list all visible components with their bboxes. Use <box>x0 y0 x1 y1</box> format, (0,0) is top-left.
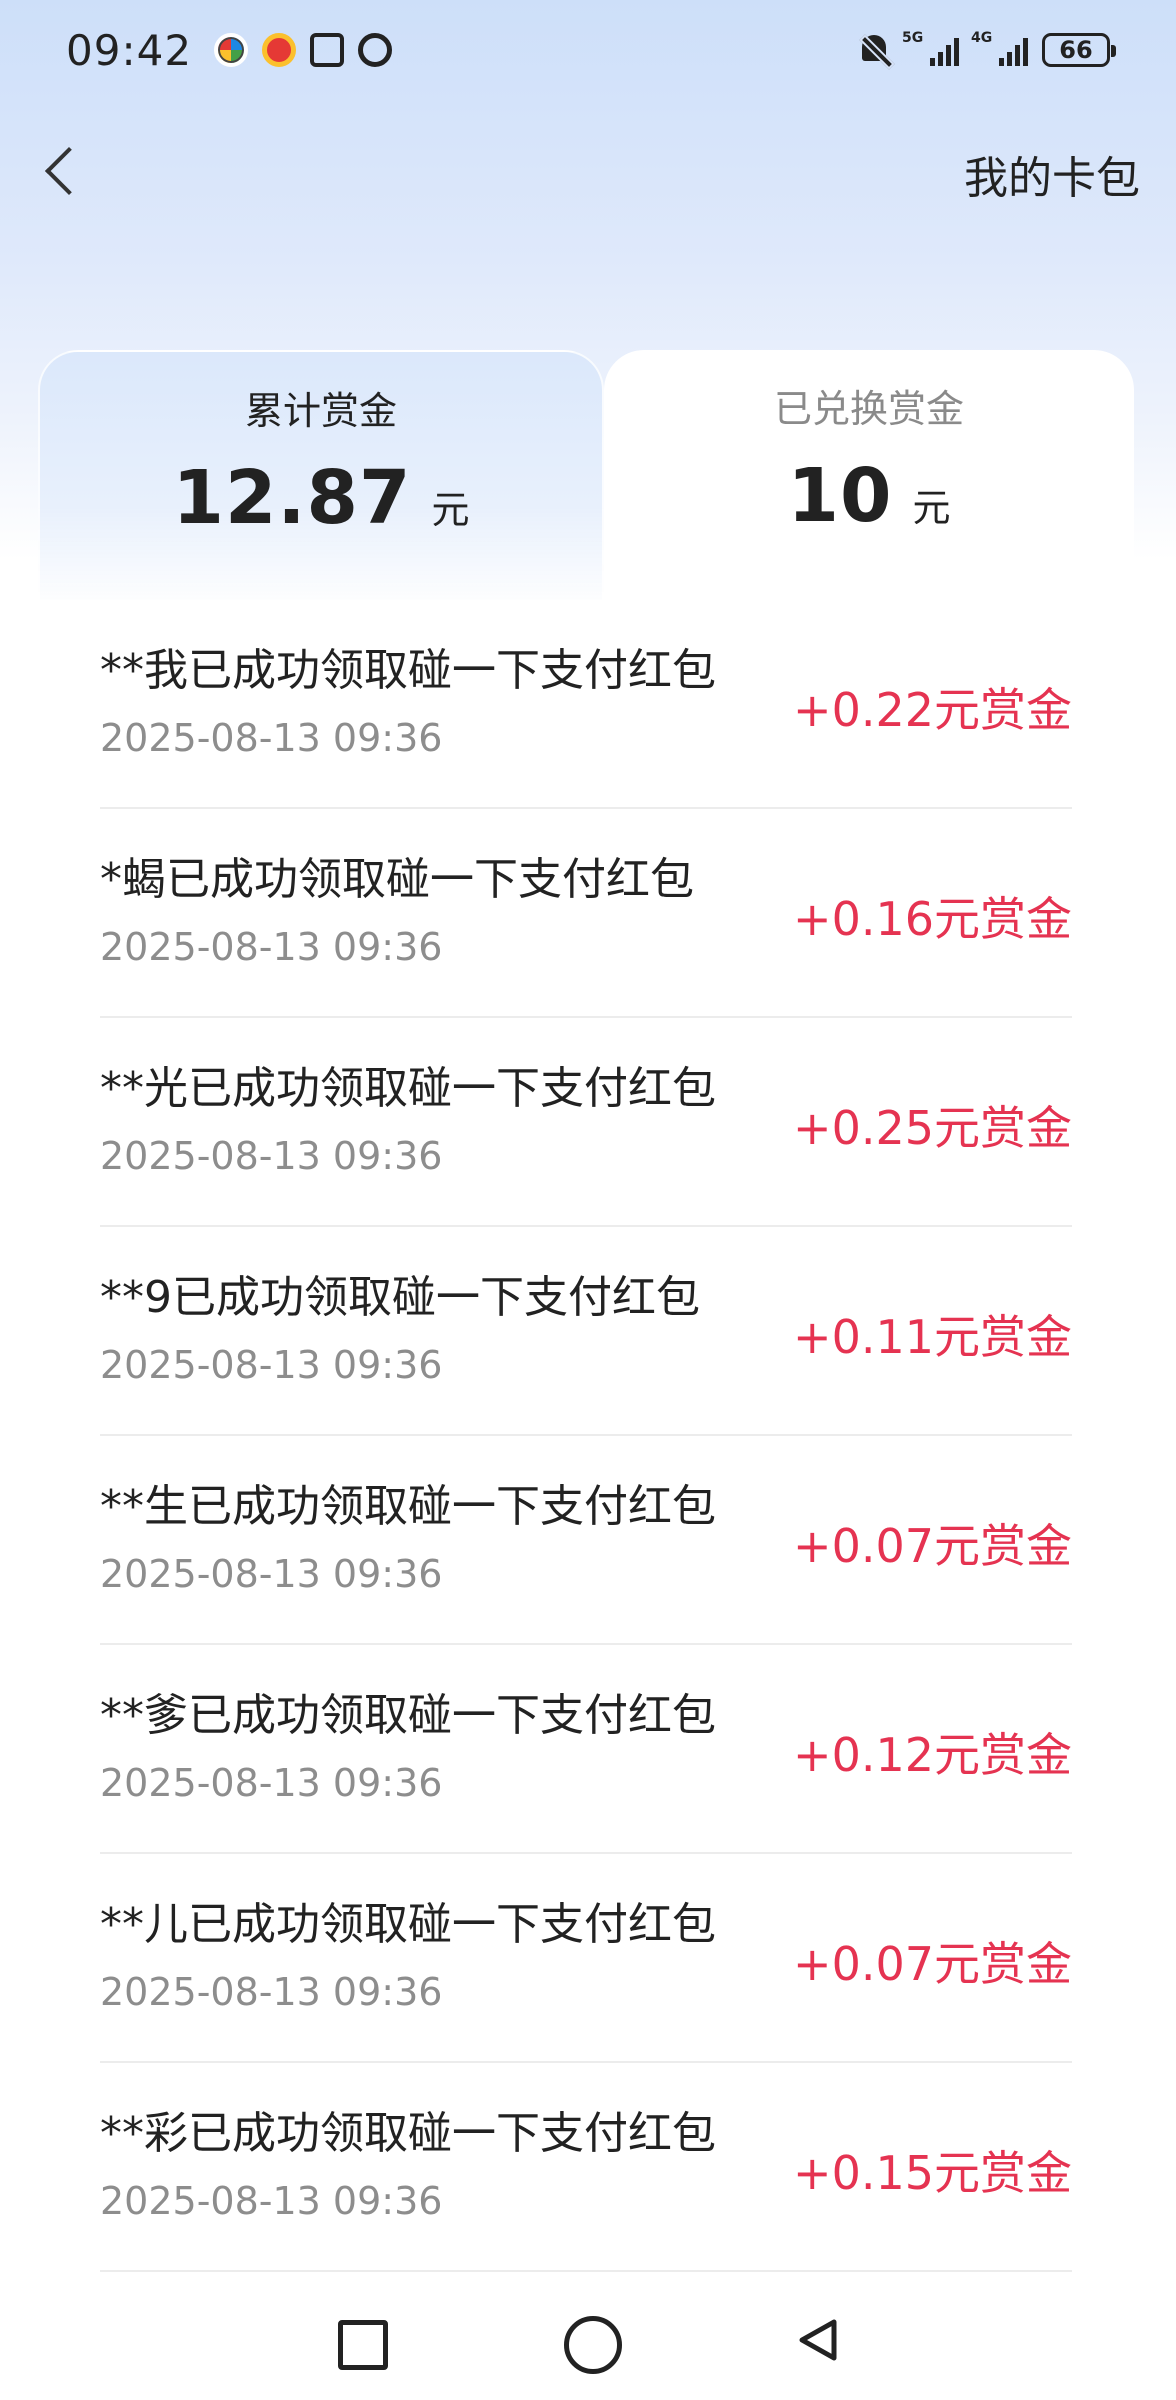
back-button[interactable] <box>34 142 94 202</box>
triangle-back-icon <box>799 2319 837 2361</box>
home-button[interactable] <box>558 2310 622 2374</box>
tab-accumulated-bounty[interactable]: 累计赏金 12.87 元 <box>38 350 604 610</box>
record-time: 2025-08-13 09:36 <box>100 1134 443 1178</box>
list-item[interactable]: **儿已成功领取碰一下支付红包 2025-08-13 09:36 +0.07元赏… <box>100 1854 1072 2063</box>
alarm-icon <box>358 33 393 67</box>
tab-accumulated-value-row: 12.87 元 <box>40 455 602 541</box>
record-list: **我已成功领取碰一下支付红包 2025-08-13 09:36 +0.22元赏… <box>100 600 1072 2272</box>
tab-accumulated-label: 累计赏金 <box>244 389 397 433</box>
tab-redeemed-label: 已兑换赏金 <box>773 387 964 431</box>
record-amount: +0.07元赏金 <box>793 1519 1072 1573</box>
weibo-notification-icon <box>262 33 297 67</box>
list-item[interactable]: **爹已成功领取碰一下支付红包 2025-08-13 09:36 +0.12元赏… <box>100 1645 1072 1854</box>
record-title: **儿已成功领取碰一下支付红包 <box>100 1899 716 1950</box>
record-title: **彩已成功领取碰一下支付红包 <box>100 2108 716 2159</box>
notification-icons <box>214 33 393 67</box>
record-amount: +0.11元赏金 <box>793 1310 1072 1364</box>
record-time: 2025-08-13 09:36 <box>100 2179 443 2223</box>
record-amount: +0.12元赏金 <box>793 1728 1072 1782</box>
status-time: 09:42 <box>66 25 193 75</box>
mute-bell-icon <box>858 33 890 67</box>
system-nav-bar <box>0 2280 1176 2400</box>
record-time: 2025-08-13 09:36 <box>100 1761 443 1805</box>
redeemed-amount: 10 <box>787 453 893 539</box>
list-item[interactable]: **生已成功领取碰一下支付红包 2025-08-13 09:36 +0.07元赏… <box>100 1436 1072 1645</box>
list-item[interactable]: **9已成功领取碰一下支付红包 2025-08-13 09:36 +0.11元赏… <box>100 1227 1072 1436</box>
accumulated-unit: 元 <box>431 488 470 532</box>
system-back-button[interactable] <box>788 2310 848 2370</box>
list-item[interactable]: **彩已成功领取碰一下支付红包 2025-08-13 09:36 +0.15元赏… <box>100 2063 1072 2272</box>
list-item[interactable]: **我已成功领取碰一下支付红包 2025-08-13 09:36 +0.22元赏… <box>100 600 1072 809</box>
signal-4g-icon: 4G <box>971 30 1028 66</box>
nav-bar: 我的卡包 <box>0 120 1176 220</box>
list-item[interactable]: **光已成功领取碰一下支付红包 2025-08-13 09:36 +0.25元赏… <box>100 1018 1072 1227</box>
record-title: **9已成功领取碰一下支付红包 <box>100 1272 700 1323</box>
battery-icon: 66 <box>1042 33 1116 67</box>
recent-apps-button[interactable] <box>328 2310 388 2370</box>
record-title: **生已成功领取碰一下支付红包 <box>100 1481 716 1532</box>
list-item[interactable]: *蝎已成功领取碰一下支付红包 2025-08-13 09:36 +0.16元赏金 <box>100 809 1072 1018</box>
status-right: 5G 4G 66 <box>858 30 1116 67</box>
accumulated-amount: 12.87 <box>172 455 412 541</box>
record-title: **光已成功领取碰一下支付红包 <box>100 1063 716 1114</box>
record-list-panel[interactable]: **我已成功领取碰一下支付红包 2025-08-13 09:36 +0.22元赏… <box>38 600 1134 2280</box>
tab-redeemed-value-row: 10 元 <box>604 453 1134 539</box>
record-title: *蝎已成功领取碰一下支付红包 <box>100 854 694 905</box>
record-amount: +0.25元赏金 <box>793 1101 1072 1155</box>
record-title: **爹已成功领取碰一下支付红包 <box>100 1690 716 1741</box>
record-time: 2025-08-13 09:36 <box>100 925 443 969</box>
screen: 09:42 5G 4G 66 我的卡包 累计赏金 12.87 元 已兑换赏金 1… <box>0 0 1176 2400</box>
record-amount: +0.15元赏金 <box>793 2146 1072 2200</box>
nfc-icon <box>310 33 345 67</box>
app-notification-icon <box>214 33 249 67</box>
record-time: 2025-08-13 09:36 <box>100 716 443 760</box>
record-amount: +0.22元赏金 <box>793 683 1072 737</box>
record-time: 2025-08-13 09:36 <box>100 1552 443 1596</box>
status-bar: 09:42 5G 4G 66 <box>0 0 1176 100</box>
record-time: 2025-08-13 09:36 <box>100 1970 443 2014</box>
battery-level: 66 <box>1059 36 1093 64</box>
page-title[interactable]: 我的卡包 <box>964 142 1140 206</box>
record-title: **我已成功领取碰一下支付红包 <box>100 645 716 696</box>
redeemed-unit: 元 <box>912 486 951 530</box>
record-time: 2025-08-13 09:36 <box>100 1343 443 1387</box>
tab-redeemed-bounty[interactable]: 已兑换赏金 10 元 <box>604 350 1134 610</box>
signal-4g-label: 4G <box>971 30 993 46</box>
signal-5g-label: 5G <box>902 30 924 46</box>
signal-5g-icon: 5G <box>902 30 959 66</box>
bounty-tabs: 累计赏金 12.87 元 已兑换赏金 10 元 <box>38 350 1134 610</box>
record-amount: +0.16元赏金 <box>793 892 1072 946</box>
record-amount: +0.07元赏金 <box>793 1937 1072 1991</box>
